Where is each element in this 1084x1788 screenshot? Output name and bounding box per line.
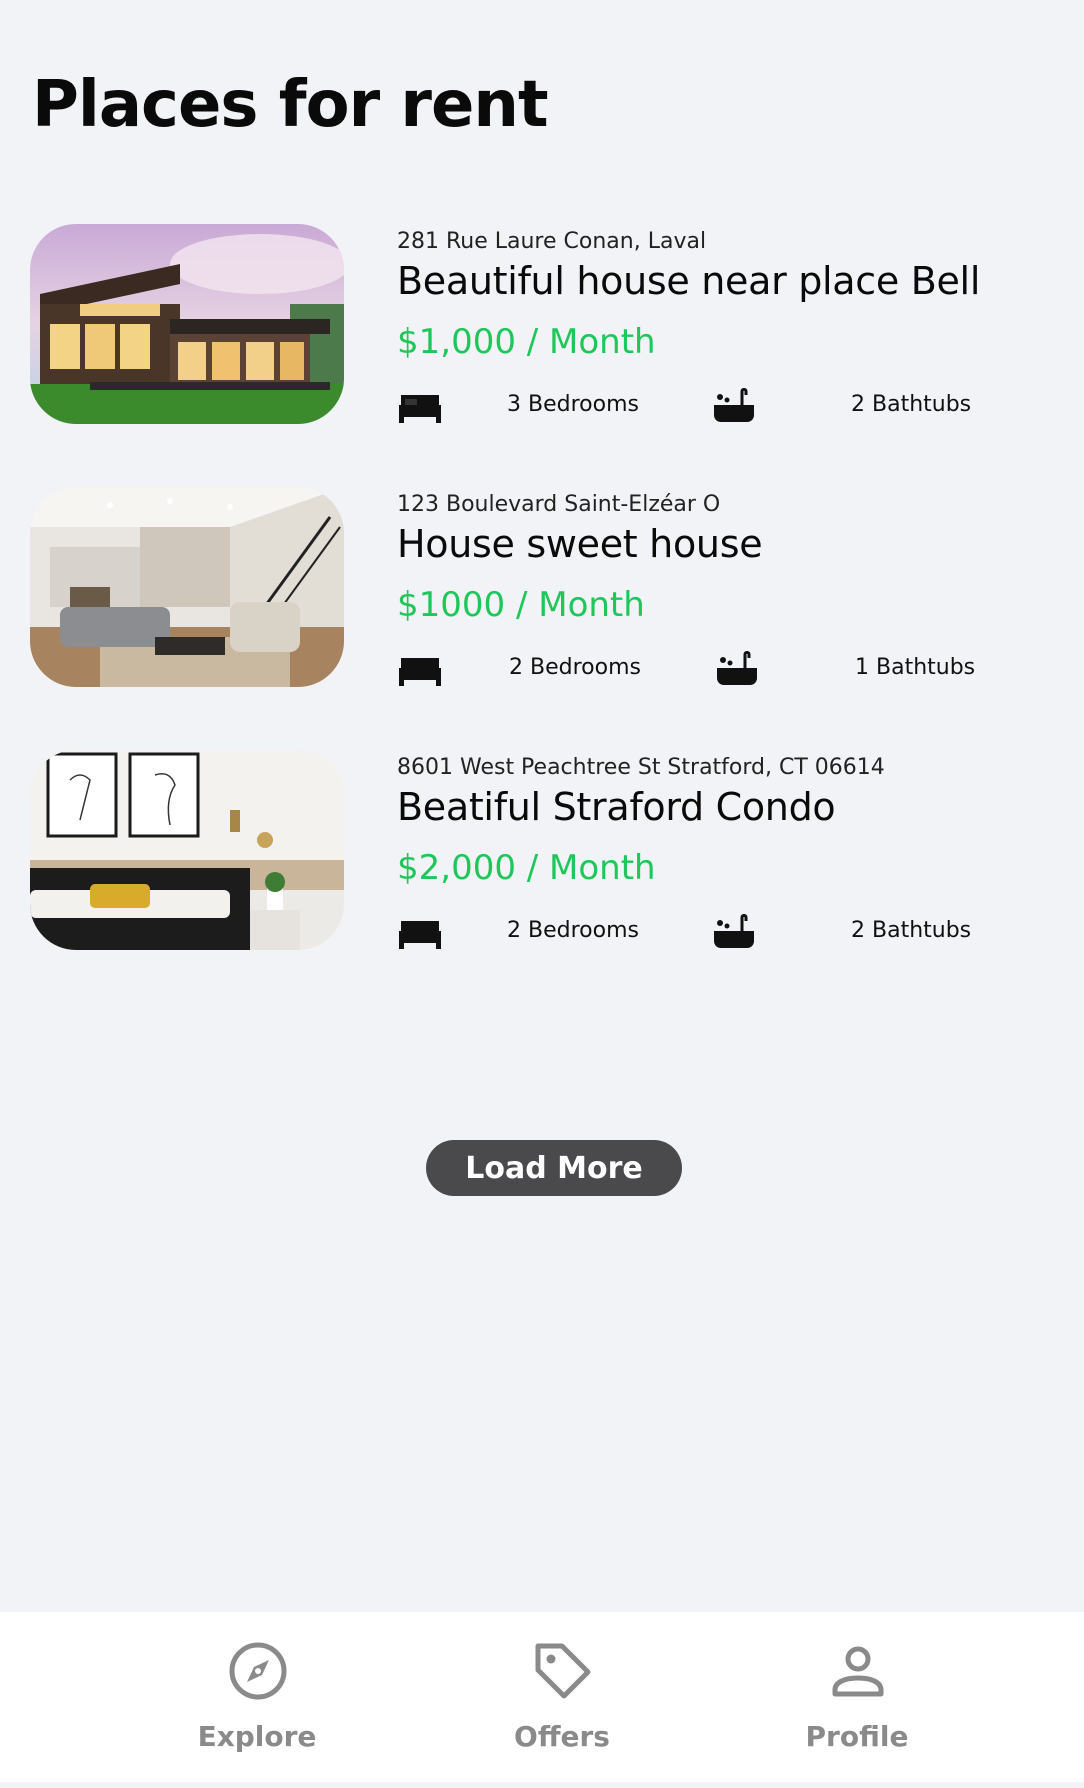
bedrooms-count: 2 Bedrooms (509, 655, 641, 680)
bed-icon (397, 650, 443, 688)
load-more-button[interactable]: Load More (426, 1140, 682, 1196)
nav-item-offers[interactable]: Offers (452, 1612, 672, 1782)
page-title: Places for rent (32, 68, 549, 142)
bathtubs-count: 2 Bathtubs (851, 918, 972, 943)
bathtub-icon (712, 913, 758, 951)
listing-card[interactable]: 281 Rue Laure Conan, Laval Beautiful hou… (30, 224, 1060, 424)
bathtub-icon (712, 387, 758, 425)
listing-image[interactable] (30, 487, 344, 687)
bedrooms-count: 2 Bedrooms (507, 918, 639, 943)
bathtubs-count: 2 Bathtubs (851, 392, 972, 417)
nav-label-explore: Explore (197, 1720, 317, 1753)
nav-item-profile[interactable]: Profile (747, 1612, 967, 1782)
bed-icon (397, 913, 443, 951)
listing-title[interactable]: Beatiful Straford Condo (397, 785, 836, 829)
listing-price: $1,000 / Month (397, 322, 656, 362)
listing-title[interactable]: House sweet house (397, 522, 763, 566)
listing-title[interactable]: Beautiful house near place Bell (397, 259, 980, 303)
listing-address: 8601 West Peachtree St Stratford, CT 066… (397, 755, 885, 780)
tag-icon (532, 1640, 594, 1702)
compass-icon (227, 1640, 289, 1702)
listing-image[interactable] (30, 224, 344, 424)
listing-card[interactable]: 8601 West Peachtree St Stratford, CT 066… (30, 750, 1060, 950)
bathtubs-count: 1 Bathtubs (855, 655, 976, 680)
listing-address: 123 Boulevard Saint-Elzéar O (397, 492, 721, 517)
nav-item-explore[interactable]: Explore (147, 1612, 367, 1782)
listing-address: 281 Rue Laure Conan, Laval (397, 229, 707, 254)
listing-image[interactable] (30, 750, 344, 950)
bathtub-icon (715, 650, 761, 688)
nav-label-offers: Offers (514, 1720, 610, 1753)
person-icon (827, 1640, 889, 1702)
bottom-nav: Explore Offers Profile (0, 1612, 1084, 1782)
bedrooms-count: 3 Bedrooms (507, 392, 639, 417)
page: Places for rent 281 Rue Laure Conan, Lav… (0, 0, 1084, 1788)
nav-label-profile: Profile (805, 1720, 909, 1753)
listing-price: $2,000 / Month (397, 848, 656, 888)
listing-card[interactable]: 123 Boulevard Saint-Elzéar O House sweet… (30, 487, 1060, 687)
bed-icon (397, 387, 443, 425)
listing-price: $1000 / Month (397, 585, 645, 625)
